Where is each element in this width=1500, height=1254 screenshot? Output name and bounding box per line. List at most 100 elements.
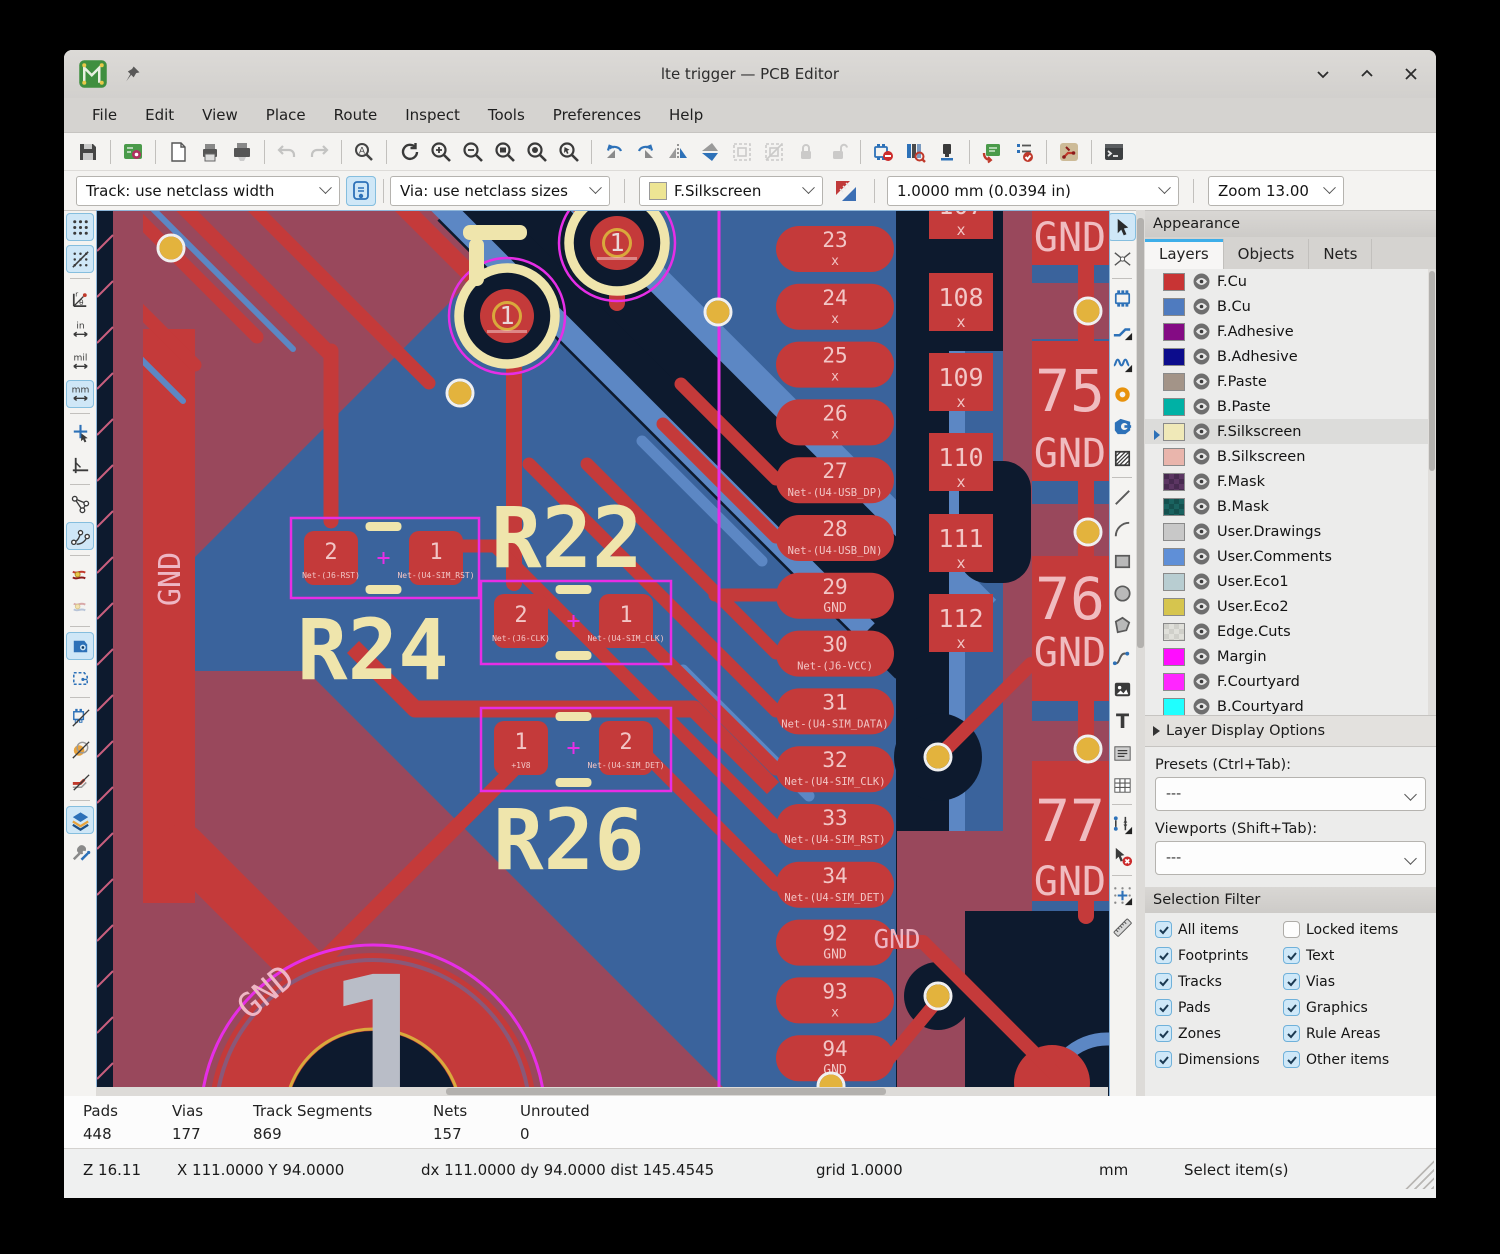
measure-button[interactable] xyxy=(1108,913,1136,941)
layer-row-f-mask[interactable]: F.Mask xyxy=(1145,469,1436,494)
layer-visibility-eye-icon[interactable] xyxy=(1193,523,1210,540)
grid-select[interactable]: 1.0000 mm (0.0394 in) xyxy=(887,176,1179,206)
unlock-button[interactable] xyxy=(823,137,853,167)
layer-color-swatch[interactable] xyxy=(1163,423,1185,441)
layer-row-user-comments[interactable]: User.Comments xyxy=(1145,544,1436,569)
pcb-via[interactable] xyxy=(447,380,473,406)
rule-area-button[interactable] xyxy=(1108,444,1136,472)
layer-color-swatch[interactable] xyxy=(1163,473,1185,491)
flip-horizontal-button[interactable] xyxy=(663,137,693,167)
presets-select[interactable]: --- xyxy=(1155,777,1426,811)
filter-locked-items[interactable]: Locked items xyxy=(1283,921,1436,938)
hide-ratsnest-button[interactable] xyxy=(66,593,94,621)
plot-button[interactable] xyxy=(227,137,257,167)
checkbox-icon[interactable] xyxy=(1283,999,1300,1016)
layer-color-swatch[interactable] xyxy=(1163,523,1185,541)
pcb-pad-33[interactable]: 33Net-(U4-SIM_RST) xyxy=(776,804,894,850)
grid-dots-button[interactable] xyxy=(66,213,94,241)
tune-length-button[interactable] xyxy=(1108,348,1136,376)
layer-visibility-eye-icon[interactable] xyxy=(1193,673,1210,690)
layer-visibility-eye-icon[interactable] xyxy=(1193,348,1210,365)
ungroup-button[interactable] xyxy=(759,137,789,167)
cursor-shape-button[interactable] xyxy=(66,419,94,447)
flip-vertical-button[interactable] xyxy=(695,137,725,167)
layer-row-user-drawings[interactable]: User.Drawings xyxy=(1145,519,1436,544)
draw-zone-button[interactable] xyxy=(1108,412,1136,440)
via-size-select[interactable]: Via: use netclass sizes xyxy=(390,176,610,206)
menu-inspect[interactable]: Inspect xyxy=(391,101,474,129)
checkbox-icon[interactable] xyxy=(1155,921,1172,938)
pcb-pad-29[interactable]: 29GND xyxy=(776,573,894,619)
layer-row-user-eco1[interactable]: User.Eco1 xyxy=(1145,569,1436,594)
sketch-pads-button[interactable] xyxy=(66,735,94,763)
layer-color-swatch[interactable] xyxy=(1163,548,1185,566)
sheet-settings-button[interactable] xyxy=(163,137,193,167)
layer-visibility-eye-icon[interactable] xyxy=(1193,273,1210,290)
units-mil-button[interactable]: mil xyxy=(66,348,94,376)
redo-button[interactable] xyxy=(304,137,334,167)
filter-tracks[interactable]: Tracks xyxy=(1155,973,1283,990)
tab-nets[interactable]: Nets xyxy=(1309,239,1372,269)
zone-outline-button[interactable] xyxy=(66,664,94,692)
router-settings-button[interactable] xyxy=(1054,137,1084,167)
layer-visibility-eye-icon[interactable] xyxy=(1193,623,1210,640)
route-tracks-button[interactable] xyxy=(1108,316,1136,344)
filter-rule-areas[interactable]: Rule Areas xyxy=(1283,1025,1436,1042)
layer-visibility-eye-icon[interactable] xyxy=(1193,548,1210,565)
pcb-canvas[interactable]: 1GND112Net-(J6-RST)1Net-(U4-SIM_RST)R242… xyxy=(96,210,1110,1098)
zoom-objects-button[interactable] xyxy=(522,137,552,167)
filter-graphics[interactable]: Graphics xyxy=(1283,999,1436,1016)
rotate-ccw-button[interactable] xyxy=(599,137,629,167)
close-button[interactable] xyxy=(1400,63,1422,85)
grid-override-button[interactable] xyxy=(66,245,94,273)
layer-color-swatch[interactable] xyxy=(1163,373,1185,391)
layer-visibility-eye-icon[interactable] xyxy=(1193,373,1210,390)
pcb-via[interactable] xyxy=(158,235,184,261)
board-tools-button[interactable] xyxy=(66,838,94,866)
save-button[interactable] xyxy=(73,137,103,167)
library-browser-button[interactable] xyxy=(900,137,930,167)
draw-rectangle-button[interactable] xyxy=(1108,547,1136,575)
layer-visibility-eye-icon[interactable] xyxy=(1193,698,1210,715)
pcb-pad-31[interactable]: 31Net-(U4-SIM_DATA) xyxy=(776,688,894,734)
select-tool-button[interactable] xyxy=(1108,213,1136,241)
draw-arc-button[interactable] xyxy=(1108,515,1136,543)
layer-pair-button[interactable] xyxy=(831,176,861,206)
pcb-pad-th[interactable]: 1 xyxy=(449,258,565,374)
find-button[interactable]: A xyxy=(349,137,379,167)
layer-display-options[interactable]: Layer Display Options xyxy=(1145,715,1436,747)
pcb-pad-112[interactable]: 112x xyxy=(929,594,993,652)
3d-viewer-button[interactable] xyxy=(932,137,962,167)
filter-pads[interactable]: Pads xyxy=(1155,999,1283,1016)
pcb-pad-25[interactable]: 25x xyxy=(776,342,894,388)
canvas-vertical-scrollbar[interactable] xyxy=(1136,210,1145,1096)
place-table-button[interactable] xyxy=(1108,771,1136,799)
menu-route[interactable]: Route xyxy=(320,101,392,129)
layer-color-swatch[interactable] xyxy=(1163,648,1185,666)
menu-preferences[interactable]: Preferences xyxy=(539,101,655,129)
refresh-button[interactable] xyxy=(394,137,424,167)
draw-circle-button[interactable] xyxy=(1108,579,1136,607)
sketch-tracks-button[interactable] xyxy=(66,767,94,795)
layer-color-swatch[interactable] xyxy=(1163,298,1185,316)
menu-file[interactable]: File xyxy=(78,101,131,129)
filter-text[interactable]: Text xyxy=(1283,947,1436,964)
active-layer-select[interactable]: F.Silkscreen xyxy=(639,176,823,206)
undo-button[interactable] xyxy=(272,137,302,167)
layer-visibility-eye-icon[interactable] xyxy=(1193,573,1210,590)
menu-place[interactable]: Place xyxy=(252,101,320,129)
delete-tool-button[interactable] xyxy=(1108,842,1136,870)
zoom-in-button[interactable] xyxy=(426,137,456,167)
pcb-via[interactable] xyxy=(1075,519,1101,545)
highlight-nets-button[interactable] xyxy=(66,561,94,589)
viewports-select[interactable]: --- xyxy=(1155,841,1426,875)
grid-origin-button[interactable] xyxy=(1108,881,1136,909)
pcb-via[interactable] xyxy=(925,744,951,770)
checkbox-icon[interactable] xyxy=(1283,921,1300,938)
layer-row-f-adhesive[interactable]: F.Adhesive xyxy=(1145,319,1436,344)
layer-row-b-mask[interactable]: B.Mask xyxy=(1145,494,1436,519)
scripting-console-button[interactable] xyxy=(1099,137,1129,167)
pcb-pad-32[interactable]: 32Net-(U4-SIM_CLK) xyxy=(776,746,894,792)
zone-fill-button[interactable] xyxy=(66,632,94,660)
place-image-button[interactable] xyxy=(1108,675,1136,703)
